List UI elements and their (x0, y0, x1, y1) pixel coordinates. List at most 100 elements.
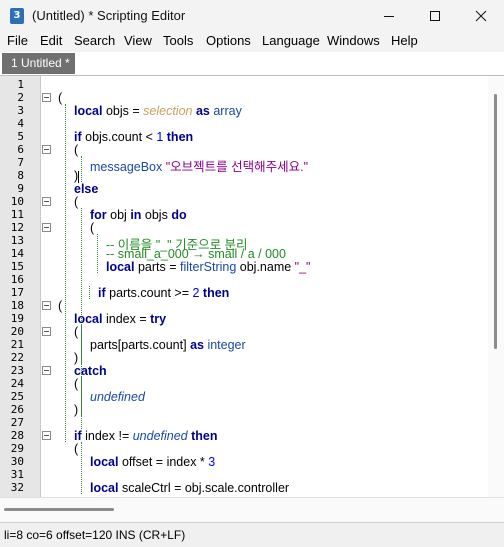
fold-toggle-icon[interactable] (42, 145, 51, 154)
line-number: 6 (17, 143, 24, 156)
code-token: offset = index * (118, 455, 209, 469)
status-bar: li=8 co=6 offset=120 INS (CR+LF) (0, 522, 504, 547)
menu-help[interactable]: Help (391, 33, 418, 48)
code-token: in (130, 208, 142, 222)
line-number: 25 (10, 390, 24, 403)
code-token: -- small_a_000 → small / a / 000 (106, 247, 286, 261)
menu-view[interactable]: View (124, 33, 152, 48)
code-token: local (74, 104, 103, 118)
code-token: objs = (102, 104, 144, 118)
line-number: 23 (10, 364, 24, 377)
code-token: undefined (132, 429, 188, 443)
vertical-scroll-thumb[interactable] (494, 94, 497, 349)
code-line: else (74, 182, 99, 196)
menu-tools[interactable]: Tools (163, 33, 193, 48)
line-number: 14 (10, 247, 24, 260)
menu-file[interactable]: File (7, 33, 28, 48)
menu-language[interactable]: Language (262, 33, 320, 48)
code-token: "_" (294, 260, 311, 274)
minimize-button[interactable] (366, 0, 412, 32)
fold-toggle-icon[interactable] (42, 223, 51, 232)
line-number: 10 (10, 195, 24, 208)
line-number: 5 (17, 130, 24, 143)
horizontal-scrollbar[interactable] (0, 497, 504, 522)
fold-toggle-icon[interactable] (42, 431, 51, 440)
code-line: ) (74, 169, 80, 183)
code-token: obj (106, 208, 131, 222)
code-line: if index != undefined then (74, 429, 218, 443)
code-line: parts[parts.count] as integer (90, 338, 246, 352)
code-line: ( (58, 91, 62, 105)
code-line: -- small_a_000 → small / a / 000 (106, 247, 286, 261)
minimize-icon (384, 16, 394, 17)
code-token: array (213, 104, 242, 118)
status-text: li=8 co=6 offset=120 INS (CR+LF) (4, 528, 186, 542)
code-editor[interactable]: 1 2 3 4 5 6 7 8 9 10 11 12 13 14 15 16 17 18 19 20 21 22 23 24 2… (0, 76, 504, 497)
code-token: else (74, 182, 99, 196)
code-token: local (74, 312, 103, 326)
code-token: undefined (90, 390, 145, 404)
fold-toggle-icon[interactable] (42, 327, 51, 336)
code-line: -- 이름을 "_" 기준으로 분리 (106, 234, 248, 252)
code-token: integer (203, 338, 246, 352)
code-line: for obj in objs do (90, 208, 187, 222)
indent-guide (97, 234, 98, 273)
fold-toggle-icon[interactable] (42, 301, 51, 310)
code-token: then (187, 429, 218, 443)
code-token: for (90, 208, 107, 222)
line-number: 30 (10, 455, 24, 468)
code-line: ( (74, 442, 78, 456)
code-token: if (74, 429, 82, 443)
menu-windows[interactable]: Windows (327, 33, 380, 48)
horizontal-scroll-thumb[interactable] (4, 508, 114, 511)
code-token: local (90, 481, 119, 495)
maximize-icon (430, 11, 440, 21)
line-number: 20 (10, 325, 24, 338)
menu-search[interactable]: Search (74, 33, 115, 48)
code-token: local (106, 260, 135, 274)
maximize-button[interactable] (412, 0, 458, 32)
code-token: obj.name (236, 260, 295, 274)
code-line: ( (74, 143, 79, 157)
code-line: local objs = selection as array (74, 104, 242, 118)
code-token: if (74, 130, 82, 144)
window-title: (Untitled) * Scripting Editor (32, 8, 186, 23)
code-token: ( (74, 143, 79, 157)
code-line: messageBox "오브젝트를 선택해주세요." (90, 156, 308, 174)
line-number: 31 (10, 468, 24, 481)
code-line: catch (74, 364, 107, 378)
menu-bar: File Edit Search View Tools Options Lang… (0, 32, 504, 52)
line-number: 3 (17, 104, 24, 117)
code-token: scaleCtrl = obj.scale.controller (118, 481, 290, 495)
line-number: 27 (10, 416, 24, 429)
code-token: ( (74, 325, 79, 339)
text-caret (78, 170, 80, 183)
menu-edit[interactable]: Edit (40, 33, 62, 48)
code-line: ( (58, 299, 63, 313)
indent-guide (65, 104, 66, 442)
fold-toggle-icon[interactable] (42, 93, 51, 102)
line-number: 8 (17, 169, 24, 182)
fold-toggle-icon[interactable] (42, 197, 51, 206)
line-number: 16 (10, 273, 24, 286)
line-number: 22 (10, 351, 24, 364)
close-button[interactable] (458, 0, 504, 32)
code-token: as (190, 338, 204, 352)
code-token: "오브젝트를 선택해주세요." (165, 160, 309, 174)
menu-options[interactable]: Options (206, 33, 251, 48)
line-number: 26 (10, 403, 24, 416)
tab-untitled[interactable]: 1 Untitled * (2, 53, 75, 74)
code-token: ( (90, 221, 95, 235)
code-token: parts = (134, 260, 181, 274)
code-line: if parts.count >= 2 then (98, 286, 229, 300)
code-token: index = (102, 312, 151, 326)
code-token: parts.count >= (105, 286, 193, 300)
vertical-scrollbar[interactable] (488, 76, 504, 497)
code-line: ( (90, 221, 95, 235)
title-bar: 3 (Untitled) * Scripting Editor (0, 0, 504, 32)
code-line: local parts = filterString obj.name "_" (106, 260, 311, 274)
code-line: ) (74, 351, 78, 365)
code-token: selection (143, 104, 193, 118)
code-token: ( (58, 299, 63, 313)
fold-toggle-icon[interactable] (42, 366, 51, 375)
